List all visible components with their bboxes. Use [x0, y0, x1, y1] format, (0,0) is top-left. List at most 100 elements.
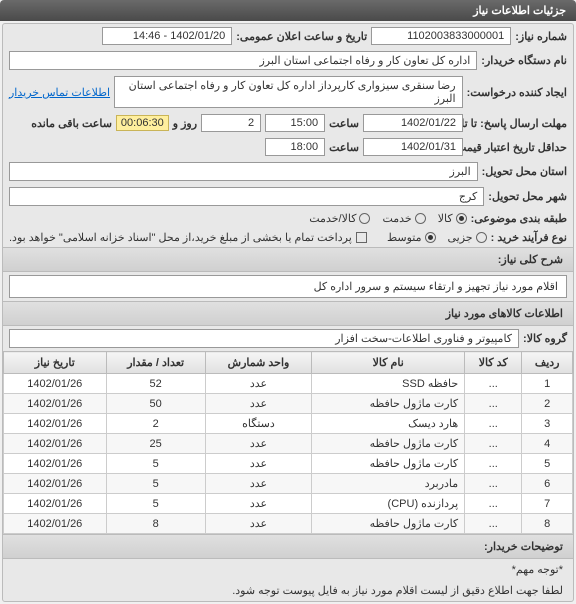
- th-code: کد کالا: [465, 352, 522, 374]
- radio-goods-label: کالا: [438, 212, 453, 225]
- table-cell: 1402/01/26: [4, 374, 107, 394]
- group-value: کامپیوتر و فناوری اطلاعات-سخت افزار: [9, 329, 519, 348]
- table-row[interactable]: 8...کارت ماژول حافظهعدد81402/01/26: [4, 514, 573, 534]
- group-label: گروه کالا:: [523, 332, 567, 345]
- table-cell: ...: [465, 394, 522, 414]
- category-label: طبقه بندی موضوعی:: [471, 212, 567, 225]
- th-date: تاریخ نیاز: [4, 352, 107, 374]
- radio-goods[interactable]: [456, 213, 467, 224]
- announce-label: تاریخ و ساعت اعلان عمومی:: [236, 30, 367, 43]
- table-cell: کارت ماژول حافظه: [312, 394, 465, 414]
- table-cell: کارت ماژول حافظه: [312, 514, 465, 534]
- creator-value: رضا سنقری سیزواری کارپرداز اداره کل تعاو…: [114, 76, 463, 108]
- table-cell: عدد: [205, 394, 311, 414]
- day-and-label: روز و: [173, 117, 197, 130]
- table-cell: عدد: [205, 454, 311, 474]
- deadline-date: 1402/01/22: [363, 114, 463, 132]
- table-row[interactable]: 5...کارت ماژول حافظهعدد51402/01/26: [4, 454, 573, 474]
- contact-link[interactable]: اطلاعات تماس خریدار: [9, 86, 110, 99]
- table-cell: 50: [106, 394, 205, 414]
- table-cell: حافظه SSD: [312, 374, 465, 394]
- note-title: *توجه مهم*: [3, 559, 573, 580]
- table-row[interactable]: 6...مادربردعدد51402/01/26: [4, 474, 573, 494]
- table-cell: عدد: [205, 494, 311, 514]
- table-cell: عدد: [205, 474, 311, 494]
- buyer-value: اداره کل تعاون کار و رفاه اجتماعی استان …: [9, 51, 477, 70]
- radio-medium[interactable]: [425, 232, 436, 243]
- deadline-hour: 15:00: [265, 114, 325, 132]
- radio-medium-label: متوسط: [387, 231, 422, 244]
- table-cell: ...: [465, 414, 522, 434]
- need-no-value: 1102003833000001: [371, 27, 511, 45]
- validity-label: حداقل تاریخ اعتبار قیمت: تا تاریخ:: [467, 141, 567, 154]
- table-cell: 1402/01/26: [4, 454, 107, 474]
- table-cell: 2: [106, 414, 205, 434]
- table-cell: 2: [522, 394, 573, 414]
- table-row[interactable]: 3...هارد دیسکدستگاه21402/01/26: [4, 414, 573, 434]
- validity-hour: 18:00: [265, 138, 325, 156]
- table-cell: عدد: [205, 434, 311, 454]
- hour-label-1: ساعت: [329, 117, 359, 130]
- countdown-timer: 00:06:30: [116, 115, 169, 131]
- table-cell: 1402/01/26: [4, 474, 107, 494]
- table-row[interactable]: 2...کارت ماژول حافظهعدد501402/01/26: [4, 394, 573, 414]
- desc-section-title: شرح کلی نیاز:: [3, 247, 573, 272]
- th-unit: واحد شمارش: [205, 352, 311, 374]
- remaining-label: ساعت باقی مانده: [31, 117, 112, 130]
- table-cell: ...: [465, 474, 522, 494]
- table-cell: 5: [106, 494, 205, 514]
- table-cell: 1: [522, 374, 573, 394]
- table-cell: دستگاه: [205, 414, 311, 434]
- table-cell: 1402/01/26: [4, 414, 107, 434]
- province-value: البرز: [9, 162, 478, 181]
- table-cell: عدد: [205, 374, 311, 394]
- process-radio-group: جزیی متوسط: [387, 231, 487, 244]
- table-row[interactable]: 7...پردازنده (CPU)عدد51402/01/26: [4, 494, 573, 514]
- table-cell: 8: [522, 514, 573, 534]
- table-cell: 25: [106, 434, 205, 454]
- table-cell: هارد دیسک: [312, 414, 465, 434]
- items-table: ردیف کد کالا نام کالا واحد شمارش تعداد /…: [3, 351, 573, 534]
- city-label: شهر محل تحویل:: [488, 190, 567, 203]
- table-cell: 7: [522, 494, 573, 514]
- table-cell: 5: [106, 474, 205, 494]
- treasury-checkbox[interactable]: [356, 232, 367, 243]
- deadline-label: مهلت ارسال پاسخ: تا تاریخ:: [467, 117, 567, 130]
- table-cell: کارت ماژول حافظه: [312, 434, 465, 454]
- table-row[interactable]: 1...حافظه SSDعدد521402/01/26: [4, 374, 573, 394]
- note-text: لطفا جهت اطلاع دقیق از لیست اقلام مورد ن…: [3, 580, 573, 601]
- table-cell: 8: [106, 514, 205, 534]
- th-name: نام کالا: [312, 352, 465, 374]
- table-cell: 5: [106, 454, 205, 474]
- radio-both[interactable]: [359, 213, 370, 224]
- window-titlebar: جزئیات اطلاعات نیاز: [0, 0, 576, 21]
- main-panel: شماره نیاز: 1102003833000001 تاریخ و ساع…: [2, 23, 574, 602]
- table-cell: 1402/01/26: [4, 514, 107, 534]
- creator-label: ایجاد کننده درخواست:: [467, 86, 567, 99]
- radio-service[interactable]: [415, 213, 426, 224]
- radio-small-label: جزیی: [448, 231, 473, 244]
- table-cell: 1402/01/26: [4, 394, 107, 414]
- validity-date: 1402/01/31: [363, 138, 463, 156]
- radio-service-label: خدمت: [382, 212, 411, 225]
- process-label: نوع فرآیند خرید :: [491, 231, 567, 244]
- days-left: 2: [201, 114, 261, 132]
- table-cell: ...: [465, 374, 522, 394]
- province-label: استان محل تحویل:: [482, 165, 567, 178]
- table-cell: عدد: [205, 514, 311, 534]
- desc-text: اقلام مورد نیاز تجهیز و ارتقاء سیستم و س…: [9, 275, 567, 298]
- th-qty: تعداد / مقدار: [106, 352, 205, 374]
- table-row[interactable]: 4...کارت ماژول حافظهعدد251402/01/26: [4, 434, 573, 454]
- payment-note: پرداخت تمام یا بخشی از مبلغ خرید،از محل …: [9, 231, 352, 244]
- table-cell: 1402/01/26: [4, 434, 107, 454]
- city-value: کرج: [9, 187, 484, 206]
- announce-value: 1402/01/20 - 14:46: [102, 27, 232, 45]
- table-cell: ...: [465, 514, 522, 534]
- table-cell: 1402/01/26: [4, 494, 107, 514]
- buyer-notes-title: توضیحات خریدار:: [3, 534, 573, 559]
- table-cell: 6: [522, 474, 573, 494]
- items-section-title: اطلاعات کالاهای مورد نیاز: [3, 301, 573, 326]
- hour-label-2: ساعت: [329, 141, 359, 154]
- table-cell: ...: [465, 434, 522, 454]
- radio-small[interactable]: [476, 232, 487, 243]
